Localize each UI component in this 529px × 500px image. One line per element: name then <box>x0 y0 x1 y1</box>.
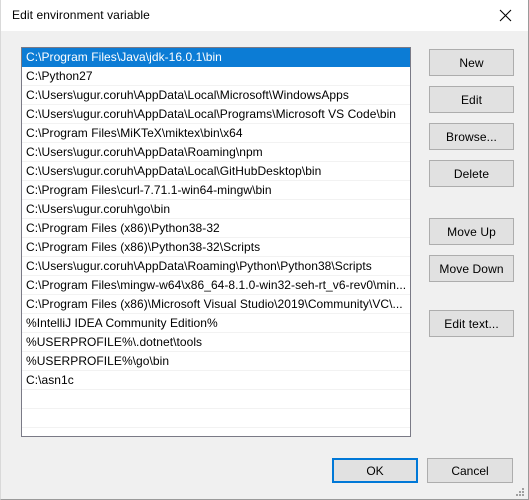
list-item[interactable]: C:\Program Files\MiKTeX\miktex\bin\x64 <box>22 124 410 143</box>
edit-environment-variable-dialog: Edit environment variable C:\Program Fil… <box>0 0 529 500</box>
browse-button[interactable]: Browse... <box>429 123 514 150</box>
window-title: Edit environment variable <box>12 8 150 22</box>
list-item[interactable]: C:\Users\ugur.coruh\AppData\Local\Progra… <box>22 105 410 124</box>
new-button[interactable]: New <box>429 49 514 76</box>
list-item[interactable]: C:\Program Files\curl-7.71.1-win64-mingw… <box>22 181 410 200</box>
close-icon[interactable] <box>482 0 528 31</box>
list-item[interactable]: C:\Program Files\Java\jdk-16.0.1\bin <box>22 48 410 67</box>
edit-button[interactable]: Edit <box>429 86 514 113</box>
title-bar: Edit environment variable <box>1 0 528 31</box>
ok-button[interactable]: OK <box>332 458 418 483</box>
list-item[interactable]: C:\Python27 <box>22 67 410 86</box>
list-item[interactable]: C:\Users\ugur.coruh\go\bin <box>22 200 410 219</box>
move-down-button[interactable]: Move Down <box>429 255 514 282</box>
list-item[interactable]: C:\Program Files (x86)\Python38-32 <box>22 219 410 238</box>
list-item[interactable]: %IntelliJ IDEA Community Edition% <box>22 314 410 333</box>
edit-text-button[interactable]: Edit text... <box>429 310 514 337</box>
list-item[interactable]: C:\Program Files (x86)\Python38-32\Scrip… <box>22 238 410 257</box>
list-item[interactable]: C:\Users\ugur.coruh\AppData\Roaming\npm <box>22 143 410 162</box>
cancel-button[interactable]: Cancel <box>427 458 513 483</box>
list-item[interactable]: C:\Program Files\mingw-w64\x86_64-8.1.0-… <box>22 276 410 295</box>
list-item[interactable]: %USERPROFILE%\go\bin <box>22 352 410 371</box>
list-item-empty[interactable] <box>22 390 410 409</box>
list-item[interactable]: C:\asn1c <box>22 371 410 390</box>
path-list[interactable]: C:\Program Files\Java\jdk-16.0.1\bin C:\P… <box>21 47 411 437</box>
list-item-empty[interactable] <box>22 428 410 436</box>
list-item[interactable]: %USERPROFILE%\.dotnet\tools <box>22 333 410 352</box>
delete-button[interactable]: Delete <box>429 160 514 187</box>
list-item[interactable]: C:\Program Files (x86)\Microsoft Visual … <box>22 295 410 314</box>
list-item-empty[interactable] <box>22 409 410 428</box>
list-item[interactable]: C:\Users\ugur.coruh\AppData\Local\Micros… <box>22 86 410 105</box>
move-up-button[interactable]: Move Up <box>429 218 514 245</box>
resize-grip[interactable] <box>515 487 525 497</box>
list-item[interactable]: C:\Users\ugur.coruh\AppData\Local\GitHub… <box>22 162 410 181</box>
list-item[interactable]: C:\Users\ugur.coruh\AppData\Roaming\Pyth… <box>22 257 410 276</box>
